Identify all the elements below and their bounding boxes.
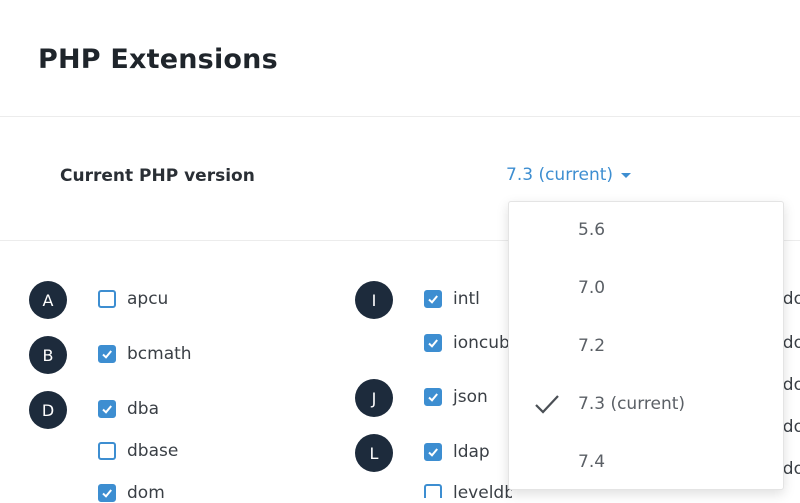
version-option-label: 5.6 [578, 220, 606, 240]
extension-label: pdo [783, 289, 800, 309]
checkbox-checked-icon [102, 350, 112, 359]
php-version-selected-value: 7.3 (current) [506, 165, 614, 185]
extension-label: pdo [783, 375, 800, 395]
letter-index-a: A [29, 281, 67, 319]
checkbox-leveldb[interactable] [424, 484, 442, 498]
extension-label: ioncube [453, 333, 512, 353]
extension-label: apcu [127, 289, 169, 309]
checkbox-dom[interactable] [98, 484, 116, 502]
extension-label: pdo [783, 459, 800, 479]
extension-label: json [453, 387, 488, 407]
extension-intl[interactable]: intl [424, 289, 480, 309]
extension-label: bcmath [127, 344, 192, 364]
version-option-7-2[interactable]: 7.2 [509, 326, 783, 366]
checkbox-dbase[interactable] [98, 442, 116, 460]
php-version-label: Current PHP version [60, 166, 255, 186]
checkbox-ldap[interactable] [424, 443, 442, 461]
letter-index-j: J [355, 379, 393, 417]
checkbox-dba[interactable] [98, 400, 116, 418]
checkbox-intl[interactable] [424, 290, 442, 308]
checkbox-checked-icon [428, 295, 438, 304]
extension-label: pdo [783, 417, 800, 437]
php-version-dropdown-menu: 5.6 7.0 7.2 7.3 (current) 7.4 [508, 201, 784, 490]
extension-pdo[interactable]: pdo [783, 375, 800, 395]
version-option-7-3[interactable]: 7.3 (current) [509, 384, 783, 424]
checkbox-checked-icon [428, 339, 438, 348]
extension-pdo[interactable]: pdo [783, 459, 800, 479]
checkbox-ioncube[interactable] [424, 334, 442, 352]
extension-column-3: pdo pdo pdo pdo pdo [783, 270, 800, 498]
version-option-label: 7.3 (current) [578, 394, 686, 414]
version-option-label: 7.0 [578, 278, 606, 298]
extension-label: ldap [453, 442, 490, 462]
page-title: PHP Extensions [38, 44, 278, 75]
version-option-7-0[interactable]: 7.0 [509, 268, 783, 308]
extension-pdo[interactable]: pdo [783, 417, 800, 437]
extension-label: dom [127, 483, 165, 503]
checkbox-checked-icon [102, 405, 112, 414]
checkbox-json[interactable] [424, 388, 442, 406]
checkmark-icon [535, 395, 559, 414]
checkbox-checked-icon [102, 489, 112, 498]
version-option-label: 7.2 [578, 336, 606, 356]
extension-dom[interactable]: dom [98, 483, 165, 503]
extension-label: leveldb [453, 483, 512, 498]
php-version-select[interactable]: 7.3 (current) [506, 165, 632, 185]
extension-column-2: intl ioncube json ldap leveldb [420, 270, 512, 498]
version-option-7-4[interactable]: 7.4 [509, 442, 783, 482]
extension-ioncube[interactable]: ioncube [424, 333, 512, 353]
extension-bcmath[interactable]: bcmath [98, 344, 192, 364]
extension-ldap[interactable]: ldap [424, 442, 490, 462]
version-option-label: 7.4 [578, 452, 606, 472]
extension-pdo[interactable]: pdo [783, 333, 800, 353]
extension-dbase[interactable]: dbase [98, 441, 178, 461]
extension-label: pdo [783, 333, 800, 353]
checkbox-bcmath[interactable] [98, 345, 116, 363]
letter-index-l: L [355, 434, 393, 472]
checkbox-checked-icon [428, 448, 438, 457]
extension-label: dbase [127, 441, 179, 461]
extension-label: intl [453, 289, 480, 309]
extension-json[interactable]: json [424, 387, 488, 407]
extension-pdo[interactable]: pdo [783, 289, 800, 309]
letter-index-d: D [29, 391, 67, 429]
extension-dba[interactable]: dba [98, 399, 159, 419]
checkbox-checked-icon [428, 393, 438, 402]
checkbox-apcu[interactable] [98, 290, 116, 308]
caret-down-icon [621, 172, 632, 178]
extension-apcu[interactable]: apcu [98, 289, 168, 309]
extension-leveldb[interactable]: leveldb [424, 483, 512, 498]
letter-index-i: I [355, 281, 393, 319]
extension-label: dba [127, 399, 159, 419]
divider [0, 116, 800, 117]
version-option-5-6[interactable]: 5.6 [509, 210, 783, 250]
letter-index-b: B [29, 336, 67, 374]
